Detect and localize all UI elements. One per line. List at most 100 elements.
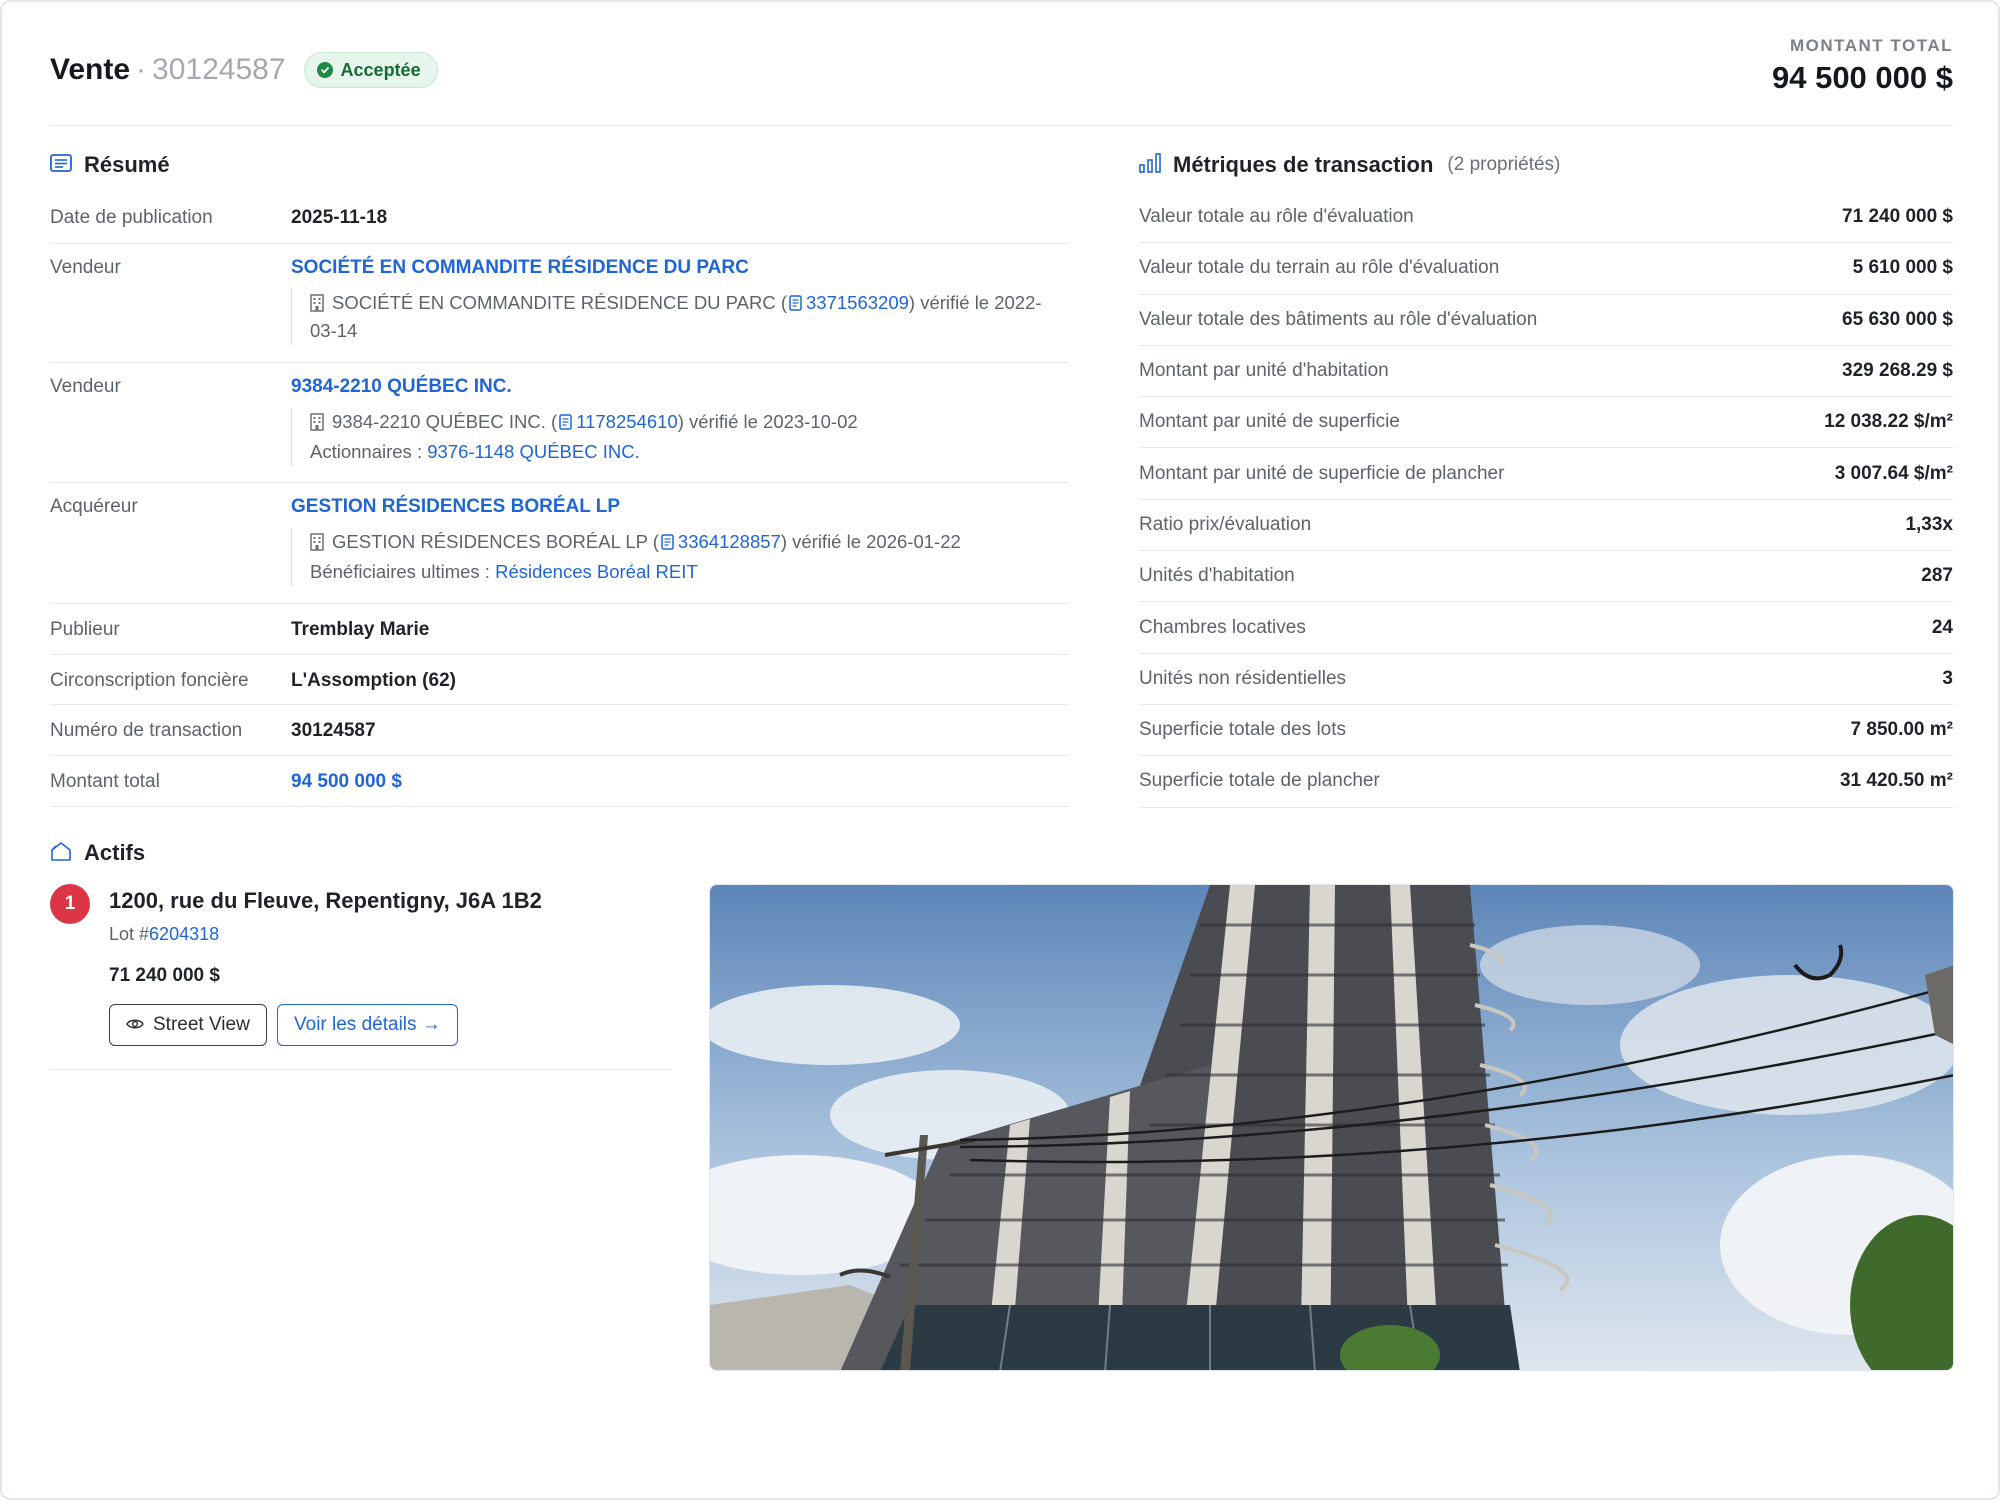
buyer-link[interactable]: GESTION RÉSIDENCES BORÉAL LP [291, 496, 620, 517]
lot-number-link[interactable]: 6204318 [149, 924, 219, 944]
seller-1-verified: ) vérifié le 2022- [908, 292, 1042, 313]
street-view-label: Street View [153, 1014, 250, 1035]
metric-label: Ratio prix/évaluation [1139, 513, 1312, 535]
summary-row-buyer: Acquéreur GESTION RÉSIDENCES BORÉAL LP G… [50, 483, 1069, 604]
seller-2-shareholders: Actionnaires : 9376-1148 QUÉBEC INC. [310, 438, 1069, 466]
metric-value: 287 [1921, 565, 1953, 587]
transaction-label: Numéro de transaction [50, 720, 243, 741]
metrics-subtitle: (2 propriétés) [1447, 154, 1561, 175]
metric-row: Montant par unité de superficie 12 038.22… [1139, 397, 1953, 449]
document-icon [789, 291, 802, 311]
buyer-cell: GESTION RÉSIDENCES BORÉAL LP GESTION RÉS… [291, 483, 1069, 603]
seller-1-registry-line: SOCIÉTÉ EN COMMANDITE RÉSIDENCE DU PARC … [310, 289, 1069, 317]
metrics-header: Métriques de transaction (2 propriétés) [1139, 152, 1560, 178]
summary-table: Date de publication 2025-11-18 Vendeur S… [50, 192, 1069, 807]
seller-label: Vendeur [50, 257, 121, 278]
metric-label: Chambres locatives [1139, 616, 1306, 638]
seller-1-registry: SOCIÉTÉ EN COMMANDITE RÉSIDENCE DU PARC … [291, 289, 1069, 345]
buyer-registry-name: GESTION RÉSIDENCES BORÉAL LP ( [332, 531, 659, 552]
metric-row: Valeur totale du terrain au rôle d'évalu… [1139, 243, 1953, 295]
metric-value: 3 007.64 $/m² [1834, 462, 1953, 484]
asset-address: 1200, rue du Fleuve, Repentigny, J6A 1B2 [109, 888, 542, 913]
total-amount-value: 94 500 000 $ [1771, 60, 1953, 95]
buyer-registry: GESTION RÉSIDENCES BORÉAL LP ( 3364128857… [291, 528, 1069, 586]
view-details-label: Voir les détails → [294, 1014, 441, 1035]
building-icon [310, 292, 324, 312]
metric-value: 329 268.29 $ [1842, 360, 1953, 382]
metric-row: Chambres locatives 24 [1139, 602, 1953, 654]
publisher-value: Tremblay Marie [291, 619, 430, 640]
buyer-registry-line: GESTION RÉSIDENCES BORÉAL LP ( 3364128857… [310, 528, 1069, 556]
seller-2-link[interactable]: 9384-2210 QUÉBEC INC. [291, 376, 512, 397]
metric-label: Unités d'habitation [1139, 565, 1295, 587]
metric-row: Montant par unité d'habitation 329 268.29… [1139, 346, 1953, 398]
publisher-label: Publieur [50, 619, 120, 640]
seller-2-registry-line: 9384-2210 QUÉBEC INC. ( 1178254610) vérif… [310, 408, 1069, 436]
seller-2-verified: ) vérifié le 2023-10-02 [677, 411, 858, 432]
summary-row-seller-2: Vendeur 9384-2210 QUÉBEC INC. 9384-2210 … [50, 363, 1069, 483]
seller-label: Vendeur [50, 376, 121, 397]
document-icon [661, 530, 674, 550]
metric-row: Valeur totale au rôle d'évaluation 71 240… [1139, 192, 1953, 244]
buyer-neq-link[interactable]: 3364128857 [678, 531, 781, 552]
metric-row: Superficie totale des lots 7 850.00 m² [1139, 705, 1953, 757]
metric-value: 31 420.50 m² [1839, 770, 1953, 792]
shareholder-link[interactable]: 9376-1148 QUÉBEC INC. [427, 441, 640, 462]
metric-value: 3 [1942, 667, 1953, 689]
seller-2-registry: 9384-2210 QUÉBEC INC. ( 1178254610) vérif… [291, 408, 1069, 466]
metric-row: Ratio prix/évaluation 1,33x [1139, 500, 1953, 552]
seller-2-registry-name: 9384-2210 QUÉBEC INC. ( [332, 411, 558, 432]
status-badge: Acceptée [303, 52, 438, 88]
lot-prefix: Lot # [109, 924, 150, 944]
metric-value: 12 038.22 $/m² [1824, 411, 1953, 433]
transaction-card: Vente · 30124587 Acceptée MONTANT TOTAL … [0, 0, 2000, 1500]
metric-value: 5 610 000 $ [1852, 257, 1953, 279]
metric-row: Superficie totale de plancher 31 420.50 m… [1139, 756, 1953, 808]
title-row: Vente · 30124587 Acceptée [50, 52, 438, 88]
seller-1-link[interactable]: SOCIÉTÉ EN COMMANDITE RÉSIDENCE DU PARC [291, 257, 749, 278]
building-icon [310, 531, 324, 551]
summary-row-amount: Montant total 94 500 000 $ [50, 756, 1069, 807]
bar-chart-icon [1139, 152, 1161, 178]
summary-row-district: Circonscription foncière L'Assomption (6… [50, 655, 1069, 705]
metric-row: Valeur totale des bâtiments au rôle d'év… [1139, 295, 1953, 346]
metric-label: Valeur totale des bâtiments au rôle d'év… [1139, 308, 1538, 330]
metrics-title: Métriques de transaction [1173, 152, 1434, 177]
street-view-button[interactable]: Street View [109, 1004, 267, 1046]
building-icon [310, 411, 324, 431]
metric-value: 24 [1931, 616, 1953, 638]
summary-row-seller-1: Vendeur SOCIÉTÉ EN COMMANDITE RÉSIDENCE … [50, 244, 1069, 363]
summary-row-date: Date de publication 2025-11-18 [50, 192, 1069, 244]
metric-value: 71 240 000 $ [1842, 206, 1953, 228]
buyer-label: Acquéreur [50, 496, 138, 517]
date-value: 2025-11-18 [291, 207, 388, 228]
summary-header: Résumé [50, 152, 170, 178]
assets-title: Actifs [84, 840, 146, 865]
metric-label: Unités non résidentielles [1139, 667, 1347, 689]
seller-2-cell: 9384-2210 QUÉBEC INC. 9384-2210 QUÉBEC I… [291, 363, 1069, 482]
seller-2-neq-link[interactable]: 1178254610 [576, 411, 678, 432]
eye-icon [126, 1014, 144, 1036]
asset-amount: 71 240 000 $ [109, 965, 220, 986]
metric-label: Superficie totale de plancher [1139, 770, 1380, 792]
street-view-photo[interactable] [709, 884, 1954, 1371]
metric-label: Valeur totale au rôle d'évaluation [1139, 206, 1414, 228]
amount-value-link[interactable]: 94 500 000 $ [291, 756, 1069, 806]
document-icon [559, 410, 572, 430]
beneficiaries-label: Bénéficiaires ultimes : [310, 561, 496, 582]
summary-row-publisher: Publieur Tremblay Marie [50, 604, 1069, 655]
total-amount-block: MONTANT TOTAL 94 500 000 $ [1772, 36, 1953, 96]
amount-label: Montant total [50, 771, 160, 792]
view-details-button[interactable]: Voir les détails → [277, 1004, 458, 1046]
asset-index-marker: 1 [50, 884, 90, 924]
summary-title: Résumé [84, 152, 170, 177]
check-circle-icon [316, 62, 333, 78]
asset-lot: Lot #6204318 [109, 924, 219, 945]
seller-1-neq-link[interactable]: 3371563209 [806, 292, 909, 313]
metric-row: Unités non résidentielles 3 [1139, 654, 1953, 705]
metric-label: Superficie totale des lots [1139, 719, 1347, 741]
beneficiary-link[interactable]: Résidences Boréal REIT [495, 561, 698, 582]
seller-1-verified-cont: 03-14 [310, 320, 358, 341]
buyer-beneficiaries: Bénéficiaires ultimes : Résidences Boréa… [310, 558, 1069, 586]
transaction-number: 30124587 [152, 53, 286, 86]
